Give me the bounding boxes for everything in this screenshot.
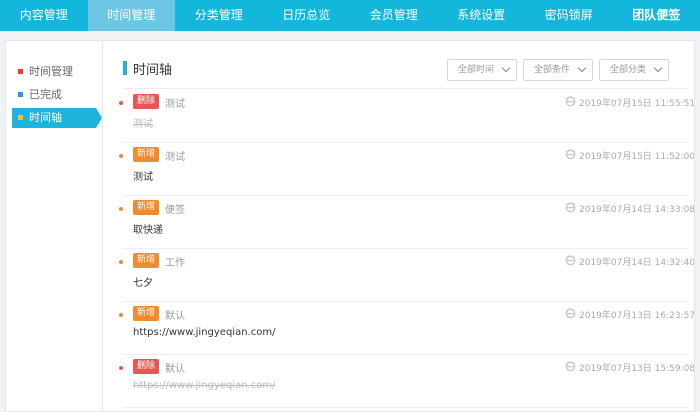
sidebar-dot-icon [18,69,23,74]
action-tag-badge: 新增 [133,306,159,321]
action-tag-badge: 删除 [133,359,159,374]
chevron-down-icon [501,63,511,73]
sidebar-item-label: 时间轴 [29,111,62,124]
filter-condition-dropdown[interactable]: 全部条件 [523,59,593,81]
nav-tab-4[interactable]: 会员管理 [350,0,438,31]
browser-ie-icon [565,361,576,372]
browser-ie-icon [565,255,576,266]
sidebar: 时间管理已完成时间轴 [6,41,103,411]
timeline-bullet-icon [119,260,123,264]
nav-tab-6[interactable]: 密码锁屏 [525,0,613,31]
category-label: 默认 [165,311,185,322]
entry-content: https://www.jingyeqian.com/ [133,327,276,338]
nav-tab-0[interactable]: 内容管理 [0,0,88,31]
timeline-bullet-icon [119,207,123,211]
category-label: 便签 [165,205,185,216]
sidebar-item-label: 时间管理 [29,65,73,78]
nav-tab-7[interactable]: 团队便签 [613,0,700,31]
sidebar-item-2[interactable]: 时间轴 [12,108,102,128]
entry-content: 测试 [133,119,153,130]
action-tag-badge: 新增 [133,253,159,268]
title-accent-bar [123,61,127,75]
entry-content: https://www.jingyeqian.com/ [133,380,276,391]
sidebar-item-label: 已完成 [29,88,62,101]
timeline-row[interactable]: 新增 工作 2019年07月14日 14:32:40 七夕 [119,249,694,302]
timeline-bullet-icon [119,366,123,370]
action-tag-badge: 新增 [133,147,159,162]
action-tag-badge: 新增 [133,200,159,215]
timeline-content: 时间轴 全部时间 全部条件 全部分类 删除 测试 2019年07月15日 11:55… [119,41,694,411]
timeline-row[interactable]: 删除 测试 2019年07月15日 11:55:51 测试 [119,90,694,143]
nav-tab-2[interactable]: 分类管理 [175,0,263,31]
sidebar-dot-icon [18,115,23,120]
timeline-bullet-icon [119,154,123,158]
category-label: 测试 [165,152,185,163]
nav-tab-3[interactable]: 日历总览 [263,0,351,31]
action-tag-badge: 删除 [133,94,159,109]
timestamp: 2019年07月14日 14:33:08 [579,205,695,215]
browser-ie-icon [565,202,576,213]
timestamp: 2019年07月15日 11:55:51 [579,99,695,109]
timestamp: 2019年07月13日 15:59:08 [579,364,695,374]
chevron-down-icon [577,63,587,73]
browser-ie-icon [565,308,576,319]
timestamp: 2019年07月15日 11:52:00 [579,152,695,162]
entry-content: 七夕 [133,278,153,289]
filter-condition-label: 全部条件 [534,65,571,75]
timeline-row[interactable]: 新增 测试 2019年07月15日 11:52:00 测试 [119,143,694,196]
timeline-row[interactable]: 新增 默认 2019年07月13日 16:23:57 https://www.jing… [119,302,694,355]
sidebar-item-1[interactable]: 已完成 [12,85,96,105]
page-title: 时间轴 [133,63,173,78]
filter-time-label: 全部时间 [458,65,495,75]
header-divider [123,88,688,89]
timestamp: 2019年07月13日 16:23:57 [579,311,695,321]
entry-content: 取快递 [133,225,163,236]
timeline-row[interactable]: 新增 便签 2019年07月14日 14:33:08 取快递 [119,196,694,249]
nav-tab-5[interactable]: 系统设置 [438,0,526,31]
top-nav: 内容管理 时间管理 分类管理 日历总览 会员管理 系统设置 密码锁屏 团队便签 [0,0,700,31]
browser-ie-icon [565,149,576,160]
timeline-row[interactable]: 删除 默认 2019年07月13日 15:59:08 https://www.jing… [119,355,694,408]
filter-time-dropdown[interactable]: 全部时间 [447,59,517,81]
sidebar-dot-icon [18,92,23,97]
category-label: 工作 [165,258,185,269]
timeline-bullet-icon [119,101,123,105]
timeline-bullet-icon [119,313,123,317]
timestamp: 2019年07月14日 14:32:40 [579,258,695,268]
filter-category-dropdown[interactable]: 全部分类 [599,59,669,81]
chevron-down-icon [653,63,663,73]
browser-ie-icon [565,96,576,107]
nav-tab-1[interactable]: 时间管理 [87,0,175,31]
sidebar-item-0[interactable]: 时间管理 [12,62,96,82]
entry-content: 测试 [133,172,153,183]
filter-category-label: 全部分类 [610,65,647,75]
category-label: 测试 [165,99,185,110]
main-panel: 时间管理 已完成 时间轴 时间轴 全部时间 全部条件 全部分类 删除 测试 2019年0… [5,40,695,412]
category-label: 默认 [165,364,185,375]
